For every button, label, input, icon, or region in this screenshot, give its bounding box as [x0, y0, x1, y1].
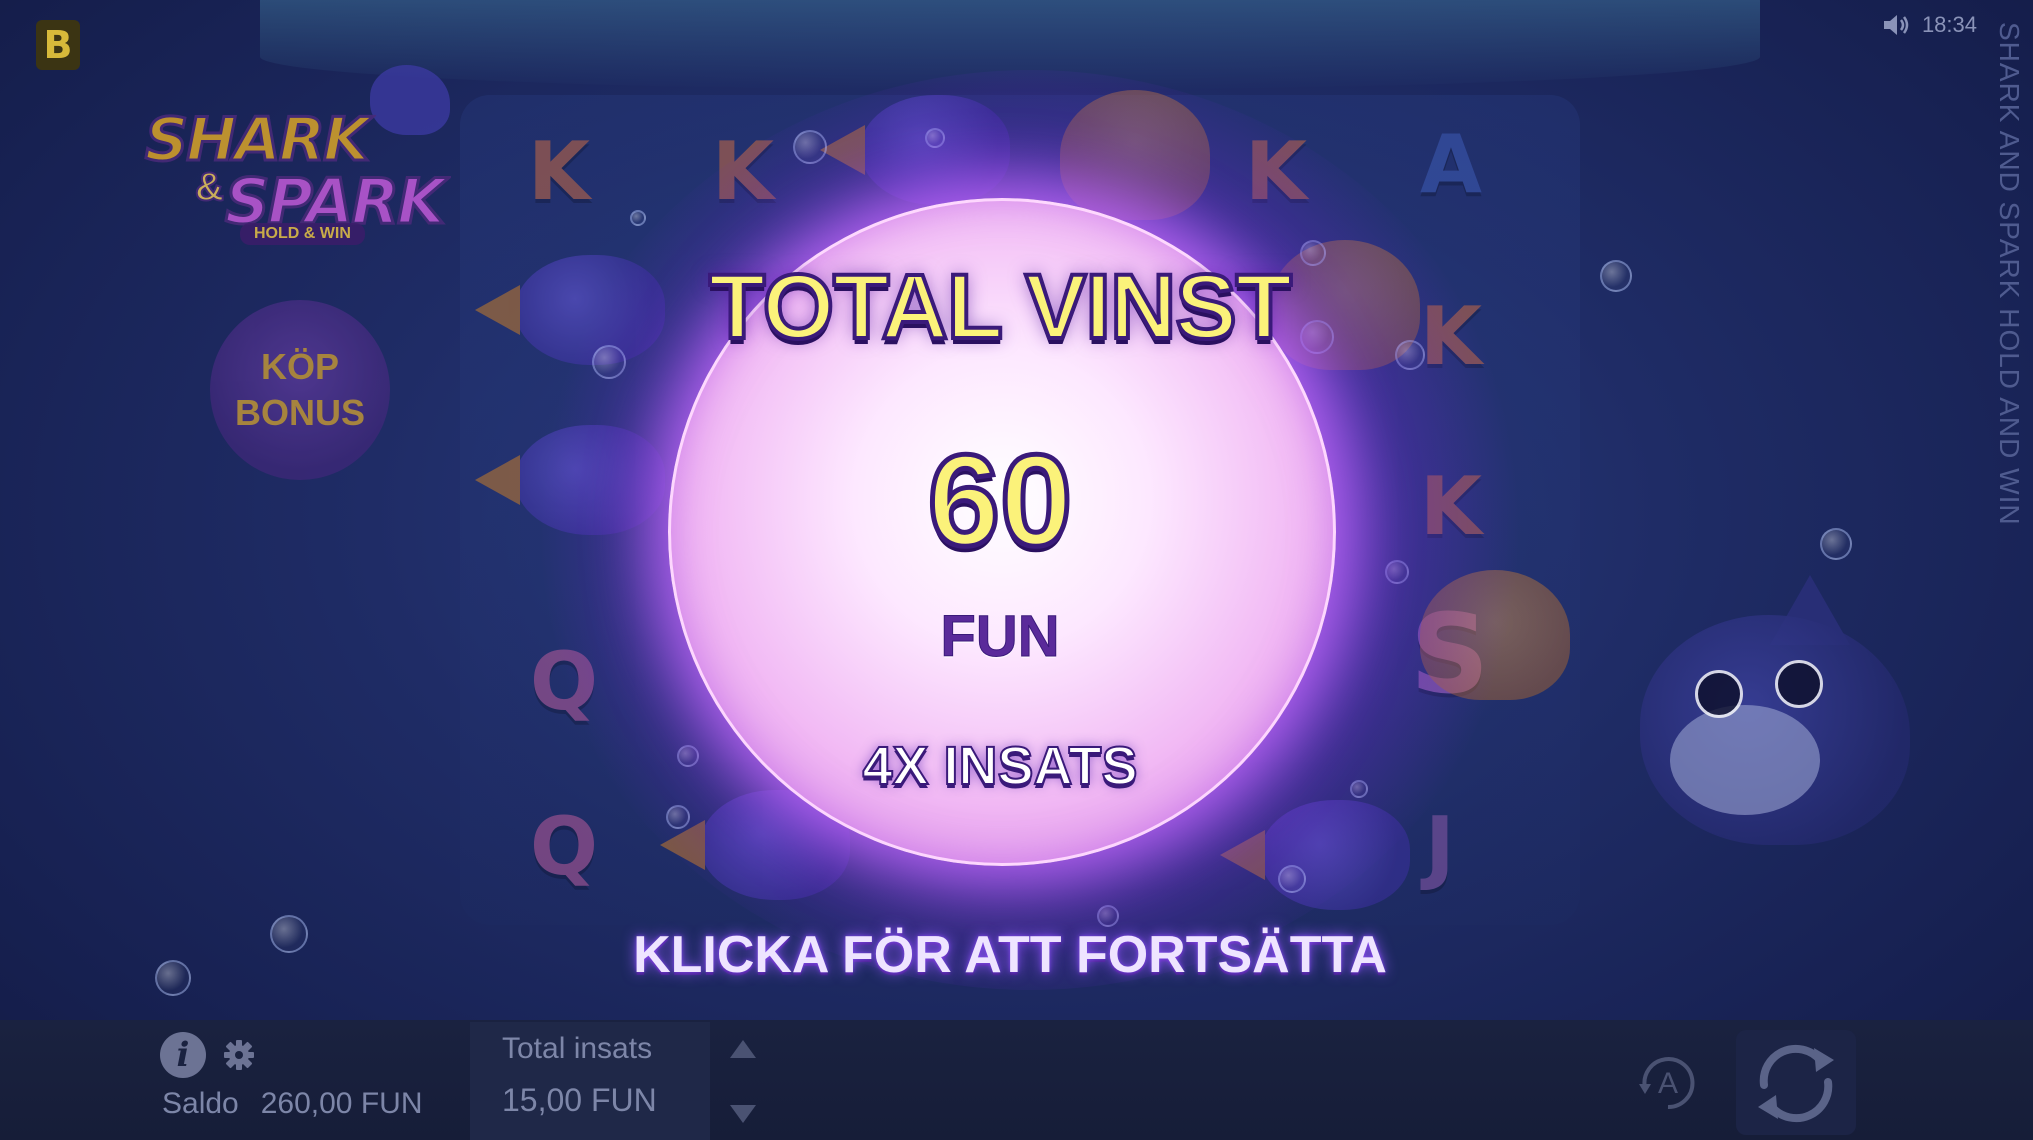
bottom-bar: [0, 1020, 2033, 1140]
reel-symbol: J: [1425, 800, 1455, 893]
win-currency: FUN: [940, 604, 1060, 670]
info-icon[interactable]: i: [160, 1032, 206, 1078]
bubble: [270, 915, 308, 953]
speaker-icon[interactable]: [1882, 13, 1912, 37]
win-amount: 60: [925, 425, 1075, 576]
bet-value: 15,00 FUN: [502, 1082, 657, 1118]
bet-decrease-icon[interactable]: [730, 1105, 756, 1123]
gear-icon[interactable]: [222, 1038, 256, 1072]
bet-label: Total insats: [502, 1032, 653, 1065]
bubble: [630, 210, 646, 226]
game-logo: SHARK & SPARK HOLD & WIN: [144, 65, 465, 255]
bet-increase-icon[interactable]: [730, 1040, 756, 1058]
bubble: [1600, 260, 1632, 292]
balance-label: Saldo: [162, 1087, 239, 1120]
shark-character: [1620, 575, 1950, 865]
win-title: TOTAL VINST: [707, 254, 1294, 360]
buy-bonus-button[interactable]: KÖP BONUS: [210, 300, 390, 480]
shark-eye: [1695, 670, 1743, 718]
reel-symbol: Q: [530, 800, 599, 893]
spin-button[interactable]: [1736, 1030, 1856, 1135]
spin-icon: [1758, 1044, 1834, 1123]
clock-time: 18:34: [1921, 12, 1977, 37]
shark-eye: [1775, 660, 1823, 708]
autoplay-label: A: [1658, 1067, 1678, 1100]
status-area: 18:34: [1882, 12, 1977, 38]
continue-prompt[interactable]: KLICKA FÖR ATT FORTSÄTTA: [560, 925, 1460, 985]
win-multiplier: 4X INSATS: [861, 735, 1138, 797]
balance-display: Saldo 260,00 FUN: [162, 1087, 422, 1121]
brand-logo: B: [36, 20, 80, 70]
bubble: [155, 960, 191, 996]
shark-belly: [1670, 705, 1820, 815]
logo-shark-icon: [370, 65, 450, 135]
logo-ampersand: &: [194, 164, 225, 210]
autoplay-button[interactable]: A: [1633, 1048, 1703, 1118]
reel-symbol: A: [1420, 118, 1482, 211]
logo-tagline: HOLD & WIN: [240, 223, 365, 245]
buy-bonus-label-line2: BONUS: [234, 392, 365, 433]
buy-bonus-label-line1: KÖP: [260, 346, 339, 387]
reel-symbol: K: [528, 125, 590, 218]
bubble: [1820, 528, 1852, 560]
game-name-vertical: SHARK AND SPARK HOLD AND WIN: [1994, 22, 2025, 526]
balance-value: 260,00 FUN: [260, 1087, 423, 1120]
